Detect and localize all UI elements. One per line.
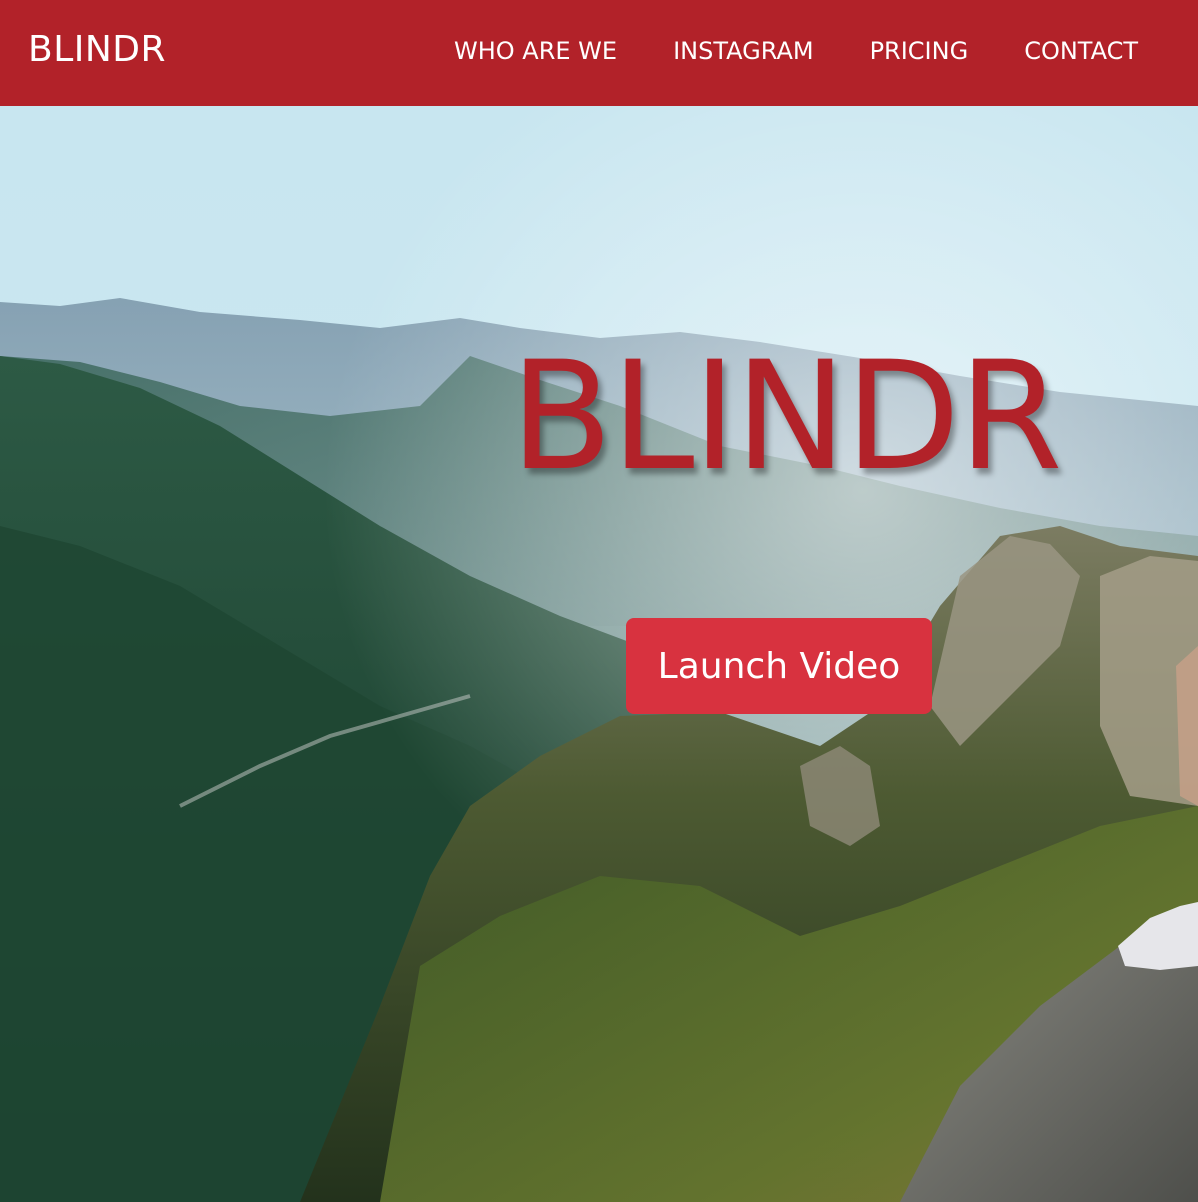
launch-video-button[interactable]: Launch Video [626, 618, 932, 714]
hero-title: BLINDR [510, 330, 1063, 504]
brand-logo-link[interactable]: BLINDR [28, 28, 166, 72]
nav-links: WHO ARE WE INSTAGRAM PRICING CONTACT [398, 34, 1138, 68]
hero-section: BLINDR Launch Video [0, 106, 1198, 1202]
hero-background-image [0, 106, 1198, 1202]
nav-link-contact[interactable]: CONTACT [1024, 34, 1138, 68]
nav-link-pricing[interactable]: PRICING [870, 34, 969, 68]
nav-link-who-are-we[interactable]: WHO ARE WE [454, 34, 617, 68]
navbar: BLINDR WHO ARE WE INSTAGRAM PRICING CONT… [0, 0, 1198, 106]
nav-link-instagram[interactable]: INSTAGRAM [673, 34, 813, 68]
